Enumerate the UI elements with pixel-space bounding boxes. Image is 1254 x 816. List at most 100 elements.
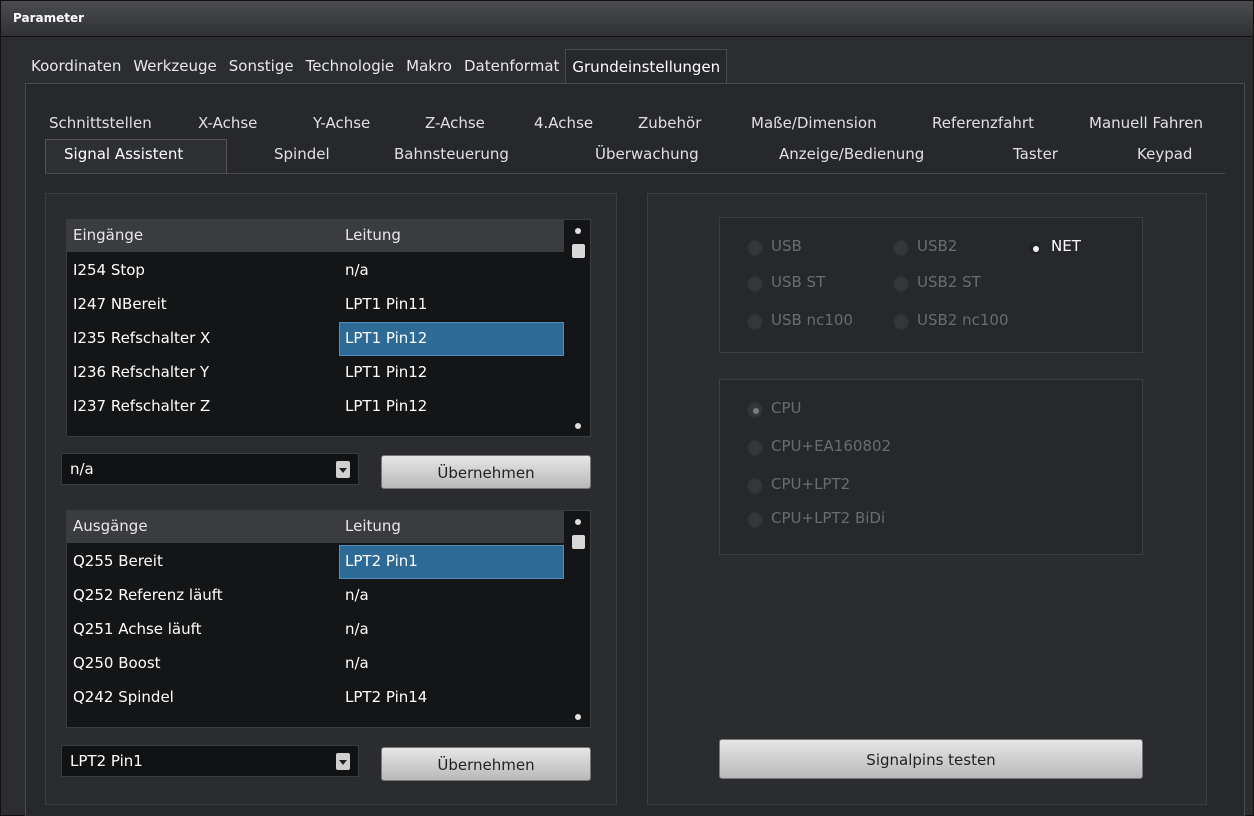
row-line: n/a xyxy=(345,586,369,604)
radio-label: USB xyxy=(771,237,802,255)
radio-label: USB2 xyxy=(917,237,958,255)
table-row[interactable]: Q242 Spindel LPT2 Pin14 xyxy=(67,681,564,715)
row-line: n/a xyxy=(345,261,369,279)
radio-dot xyxy=(747,478,763,494)
outputs-header-line: Leitung xyxy=(345,517,401,535)
subtab-y-achse[interactable]: Y-Achse xyxy=(313,114,370,132)
tab-technologie[interactable]: Technologie xyxy=(300,49,401,83)
row-name: I235 Refschalter X xyxy=(73,329,211,347)
radio-label: USB2 ST xyxy=(917,273,981,291)
row-name: I236 Refschalter Y xyxy=(73,363,210,381)
main-tabs: Koordinaten Werkzeuge Sonstige Technolog… xyxy=(25,49,728,83)
inputs-table[interactable]: Eingänge Leitung I254 Stop n/a I247 NBer… xyxy=(66,219,591,437)
chevron-down-icon[interactable] xyxy=(336,461,350,478)
tab-sonstige[interactable]: Sonstige xyxy=(223,49,300,83)
chevron-down-icon[interactable] xyxy=(336,753,350,770)
subtab-manuell-fahren[interactable]: Manuell Fahren xyxy=(1089,114,1203,132)
window-title: Parameter xyxy=(13,11,85,25)
scroll-down-arrow[interactable] xyxy=(575,714,581,720)
row-line: LPT1 Pin12 xyxy=(345,329,428,347)
tab-werkzeuge[interactable]: Werkzeuge xyxy=(127,49,222,83)
radio-dot xyxy=(893,314,909,330)
table-row[interactable]: I247 NBereit LPT1 Pin11 xyxy=(67,288,564,322)
subtab-spindel[interactable]: Spindel xyxy=(274,145,330,163)
subtab-divider xyxy=(45,173,1225,174)
row-line: n/a xyxy=(345,620,369,638)
tab-koordinaten[interactable]: Koordinaten xyxy=(25,49,127,83)
radio-dot xyxy=(747,314,763,330)
table-row[interactable]: I237 Refschalter Z LPT1 Pin12 xyxy=(67,390,564,424)
parameter-window: Parameter Koordinaten Werkzeuge Sonstige… xyxy=(0,0,1254,816)
row-line: LPT2 Pin1 xyxy=(345,552,418,570)
radio-label: NET xyxy=(1051,237,1081,255)
row-name: Q242 Spindel xyxy=(73,688,174,706)
row-name: Q255 Bereit xyxy=(73,552,163,570)
title-bar: Parameter xyxy=(1,1,1253,37)
outputs-table-header: Ausgänge Leitung xyxy=(67,511,564,543)
radio-dot xyxy=(747,240,763,256)
table-row[interactable]: Q250 Boost n/a xyxy=(67,647,564,681)
row-line: n/a xyxy=(345,654,369,672)
row-line: LPT1 Pin11 xyxy=(345,295,428,313)
subtab-anzeige-bedienung[interactable]: Anzeige/Bedienung xyxy=(779,145,924,163)
output-line-value: LPT2 Pin1 xyxy=(70,752,143,770)
row-name: Q252 Referenz läuft xyxy=(73,586,223,604)
radio-dot xyxy=(747,440,763,456)
row-name: I237 Refschalter Z xyxy=(73,397,211,415)
scroll-thumb[interactable] xyxy=(572,244,585,258)
subtab-signal-assistent[interactable]: Signal Assistent xyxy=(64,145,183,163)
radio-label: CPU+EA160802 xyxy=(771,437,892,455)
row-line: LPT2 Pin14 xyxy=(345,688,428,706)
row-line: LPT1 Pin12 xyxy=(345,397,428,415)
scroll-thumb[interactable] xyxy=(572,535,585,549)
input-line-dropdown[interactable]: n/a xyxy=(61,453,359,485)
scroll-up-arrow[interactable] xyxy=(575,519,581,525)
outputs-apply-button[interactable]: Übernehmen xyxy=(381,747,591,781)
row-name: I254 Stop xyxy=(73,261,145,279)
tab-datenformat[interactable]: Datenformat xyxy=(458,49,565,83)
subtab-keypad[interactable]: Keypad xyxy=(1137,145,1192,163)
test-signal-pins-button[interactable]: Signalpins testen xyxy=(719,739,1143,779)
scroll-down-arrow[interactable] xyxy=(575,423,581,429)
table-row-selected[interactable]: I235 Refschalter X LPT1 Pin12 xyxy=(67,322,564,356)
outputs-table[interactable]: Ausgänge Leitung Q255 Bereit LPT2 Pin1 Q… xyxy=(66,510,591,728)
subtab-referenzfahrt[interactable]: Referenzfahrt xyxy=(932,114,1034,132)
outputs-scrollbar[interactable] xyxy=(569,511,587,727)
inputs-apply-button[interactable]: Übernehmen xyxy=(381,455,591,489)
subtab-4-achse[interactable]: 4.Achse xyxy=(534,114,593,132)
subtab-x-achse[interactable]: X-Achse xyxy=(198,114,257,132)
radio-label: CPU+LPT2 xyxy=(771,475,851,493)
tab-grundeinstellungen[interactable]: Grundeinstellungen xyxy=(565,49,728,83)
table-row-selected[interactable]: Q255 Bereit LPT2 Pin1 xyxy=(67,545,564,579)
subtab-ueberwachung[interactable]: Überwachung xyxy=(595,145,699,163)
radio-dot-selected xyxy=(1027,240,1043,256)
subtab-z-achse[interactable]: Z-Achse xyxy=(425,114,485,132)
tab-makro[interactable]: Makro xyxy=(400,49,458,83)
inputs-header-line: Leitung xyxy=(345,226,401,244)
table-row[interactable]: I236 Refschalter Y LPT1 Pin12 xyxy=(67,356,564,390)
table-row[interactable]: Q251 Achse läuft n/a xyxy=(67,613,564,647)
input-line-value: n/a xyxy=(70,460,94,478)
radio-dot xyxy=(893,240,909,256)
subtab-schnittstellen[interactable]: Schnittstellen xyxy=(49,114,152,132)
inputs-table-header: Eingänge Leitung xyxy=(67,220,564,252)
subtab-zubehoer[interactable]: Zubehör xyxy=(638,114,701,132)
row-name: Q251 Achse läuft xyxy=(73,620,202,638)
table-row[interactable]: I254 Stop n/a xyxy=(67,254,564,288)
inputs-scrollbar[interactable] xyxy=(569,220,587,436)
inputs-header-name: Eingänge xyxy=(73,226,144,244)
row-name: I247 NBereit xyxy=(73,295,167,313)
radio-label: CPU xyxy=(771,399,802,417)
outputs-header-name: Ausgänge xyxy=(73,517,148,535)
radio-label: USB nc100 xyxy=(771,311,853,329)
subtab-bahnsteuerung[interactable]: Bahnsteuerung xyxy=(394,145,509,163)
radio-dot xyxy=(893,276,909,292)
radio-dot xyxy=(747,276,763,292)
output-line-dropdown[interactable]: LPT2 Pin1 xyxy=(61,745,359,777)
subtab-masse-dimension[interactable]: Maße/Dimension xyxy=(751,114,877,132)
scroll-up-arrow[interactable] xyxy=(575,228,581,234)
table-row[interactable]: Q252 Referenz läuft n/a xyxy=(67,579,564,613)
subtab-taster[interactable]: Taster xyxy=(1013,145,1058,163)
row-line: LPT1 Pin12 xyxy=(345,363,428,381)
radio-dot xyxy=(747,512,763,528)
